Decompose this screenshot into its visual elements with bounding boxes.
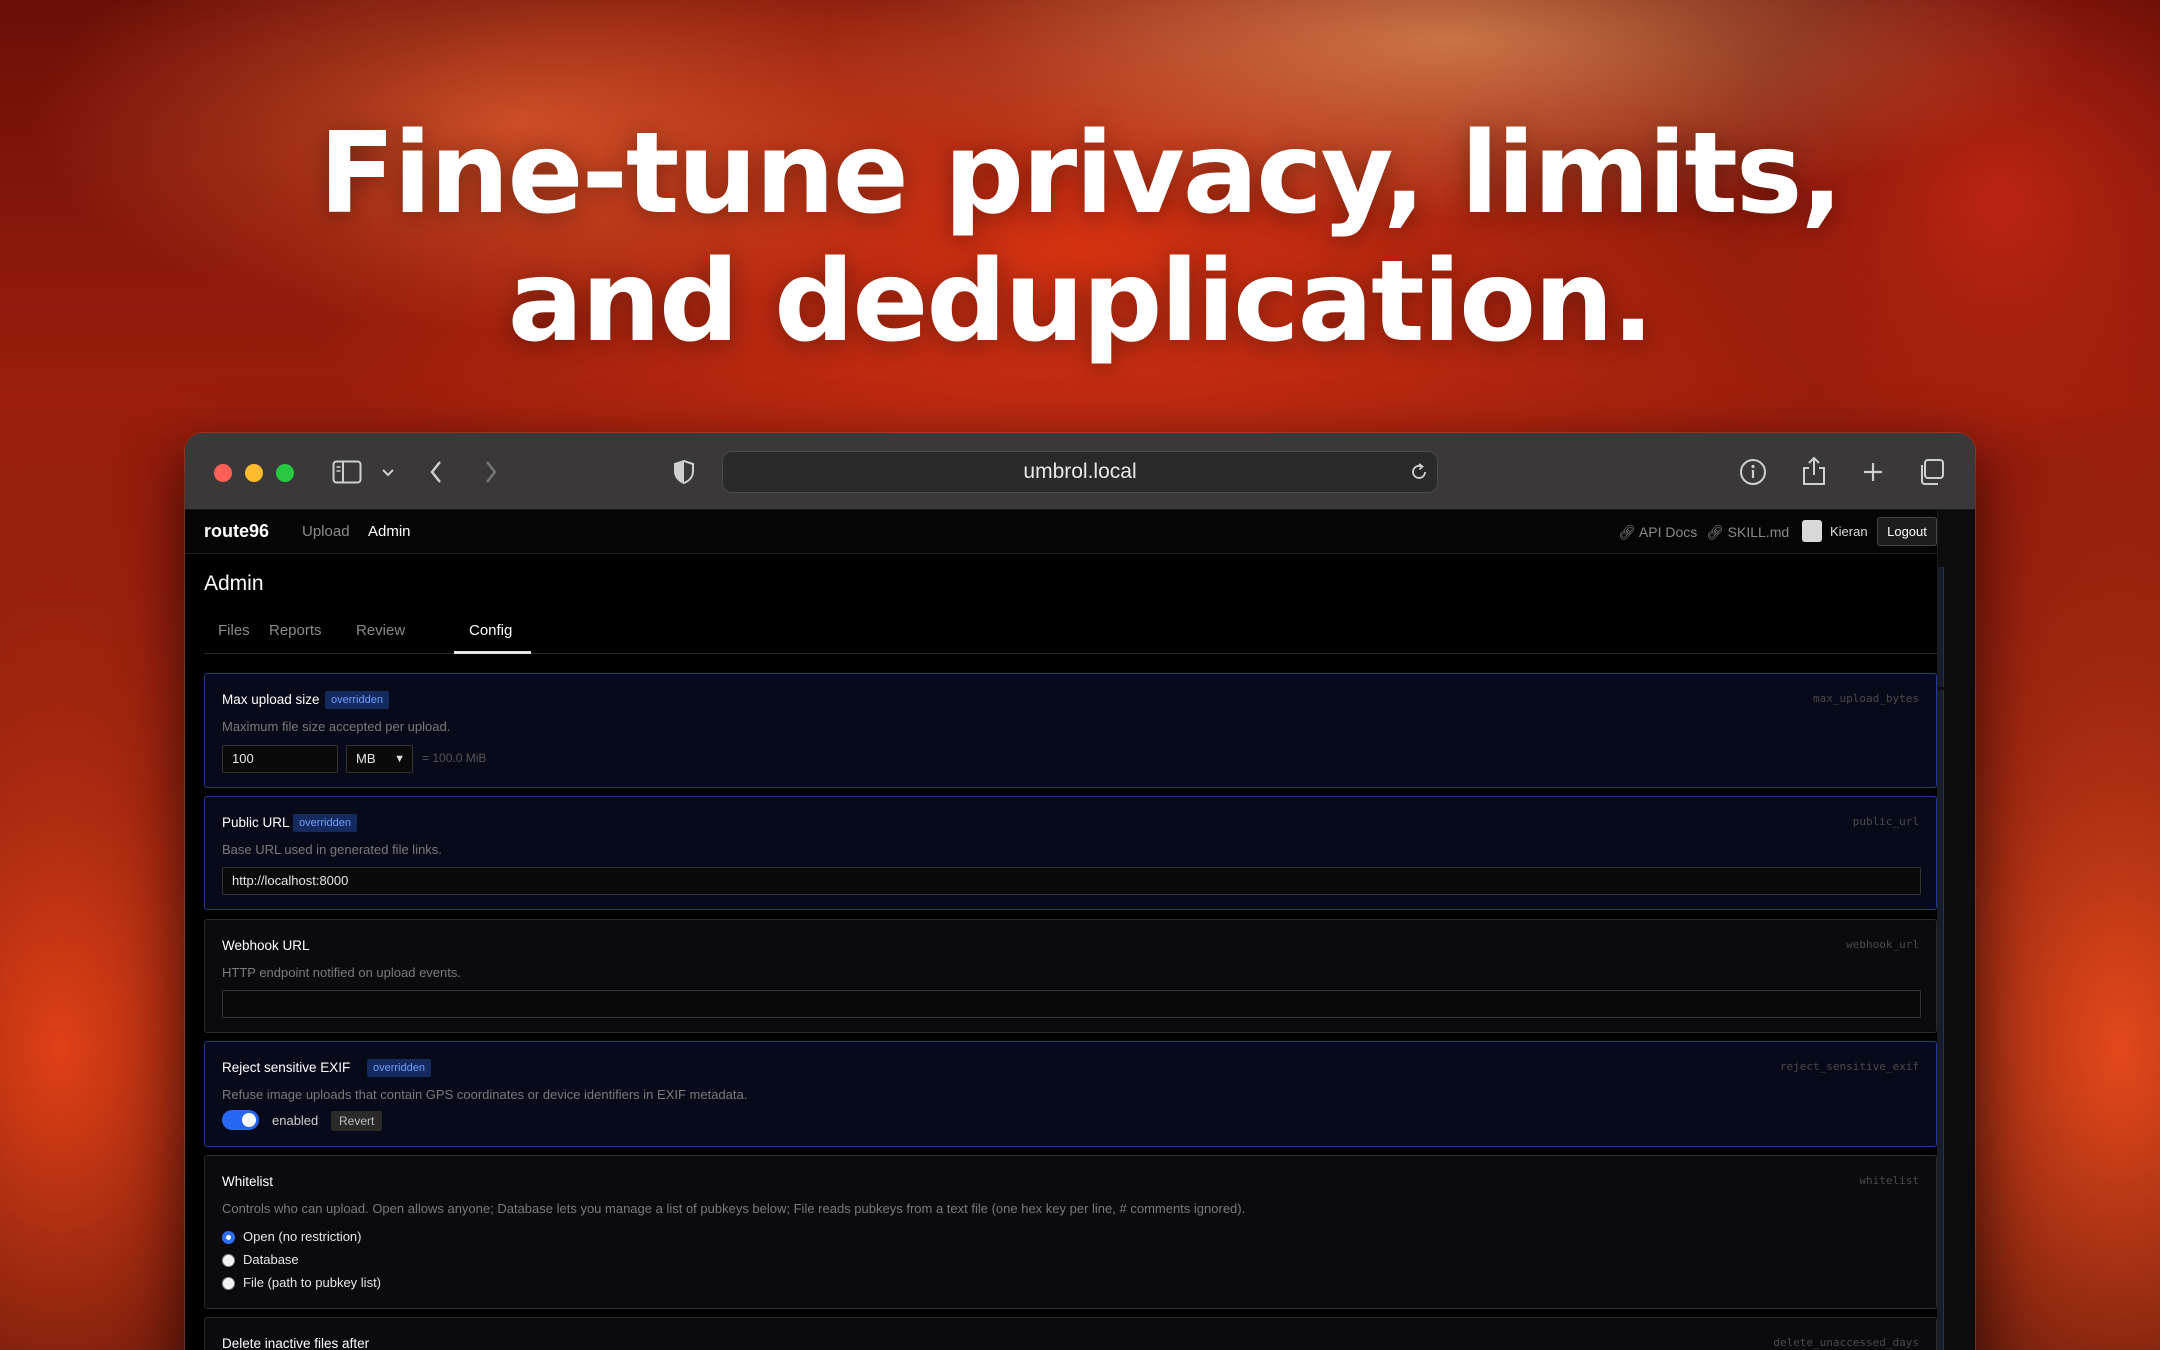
setting-description: Base URL used in generated file links. bbox=[222, 842, 442, 857]
config-card-reject-exif: Reject sensitive EXIF overridden reject_… bbox=[204, 1041, 1937, 1147]
shield-icon[interactable] bbox=[672, 459, 696, 485]
toggle-state-label: enabled bbox=[272, 1113, 319, 1128]
setting-description: Refuse image uploads that contain GPS co… bbox=[222, 1087, 748, 1102]
scroll-segment bbox=[1938, 690, 1944, 810]
setting-key: max_upload_bytes bbox=[1813, 692, 1919, 705]
config-card-webhook-url: Webhook URL webhook_url HTTP endpoint no… bbox=[204, 919, 1937, 1033]
setting-key: whitelist bbox=[1859, 1174, 1919, 1187]
max-upload-size-input[interactable]: 100 bbox=[222, 745, 338, 773]
api-docs-link[interactable]: 🔗︎ API Docs bbox=[1618, 524, 1697, 541]
page-title: Admin bbox=[204, 572, 264, 595]
marketing-headline: Fine-tune privacy, limits, and deduplica… bbox=[0, 110, 2160, 366]
tabs-icon[interactable] bbox=[1917, 458, 1945, 486]
radio-open[interactable] bbox=[222, 1231, 235, 1244]
chevron-down-icon[interactable] bbox=[381, 468, 395, 478]
reload-icon[interactable] bbox=[1409, 462, 1429, 482]
admin-tabs: Files Reports Review Config bbox=[204, 608, 1937, 654]
chevron-down-icon: ▼ bbox=[394, 753, 405, 765]
share-icon[interactable] bbox=[1801, 456, 1827, 486]
setting-description: HTTP endpoint notified on upload events. bbox=[222, 965, 461, 980]
setting-description: Controls who can upload. Open allows any… bbox=[222, 1201, 1246, 1216]
setting-description: Maximum file size accepted per upload. bbox=[222, 719, 451, 734]
setting-title: Max upload size bbox=[222, 692, 320, 707]
close-window-button[interactable] bbox=[214, 464, 232, 482]
minimize-window-button[interactable] bbox=[245, 464, 263, 482]
reject-exif-toggle[interactable] bbox=[222, 1110, 259, 1130]
link-icon: 🔗︎ bbox=[1618, 524, 1636, 540]
back-icon[interactable] bbox=[429, 460, 443, 484]
setting-key: public_url bbox=[1852, 815, 1919, 828]
avatar[interactable] bbox=[1802, 520, 1822, 542]
overridden-badge: overridden bbox=[367, 1059, 431, 1077]
radio-label-database[interactable]: Database bbox=[243, 1252, 299, 1267]
config-card-delete-inactive: Delete inactive files after delete_unacc… bbox=[204, 1317, 1937, 1350]
config-card-whitelist: Whitelist whitelist Controls who can upl… bbox=[204, 1155, 1937, 1309]
radio-database[interactable] bbox=[222, 1254, 235, 1267]
setting-title: Delete inactive files after bbox=[222, 1336, 370, 1350]
skill-md-link[interactable]: 🔗︎ SKILL.md bbox=[1706, 524, 1789, 541]
setting-title: Reject sensitive EXIF bbox=[222, 1060, 351, 1075]
scroll-segment bbox=[1938, 930, 1944, 1050]
nav-link-admin[interactable]: Admin bbox=[368, 523, 411, 540]
tab-config[interactable]: Config bbox=[469, 622, 512, 639]
link-icon: 🔗︎ bbox=[1706, 524, 1724, 540]
setting-title: Public URL bbox=[222, 815, 290, 830]
radio-label-file[interactable]: File (path to pubkey list) bbox=[243, 1275, 381, 1290]
public-url-input[interactable]: http://localhost:8000 bbox=[222, 867, 1921, 895]
setting-key: delete_unaccessed_days bbox=[1773, 1336, 1919, 1349]
nav-link-upload[interactable]: Upload bbox=[302, 523, 350, 540]
toggle-knob bbox=[242, 1113, 256, 1127]
scroll-segment bbox=[1938, 1050, 1944, 1170]
plus-icon[interactable] bbox=[1862, 461, 1884, 483]
overridden-badge: overridden bbox=[293, 814, 357, 832]
tab-reports[interactable]: Reports bbox=[269, 622, 322, 639]
config-card-public-url: Public URL overridden public_url Base UR… bbox=[204, 796, 1937, 910]
logout-button[interactable]: Logout bbox=[1877, 517, 1937, 546]
scrollbar-track[interactable] bbox=[1937, 510, 1975, 1350]
user-name: Kieran bbox=[1830, 524, 1868, 539]
forward-icon[interactable] bbox=[484, 460, 498, 484]
overridden-badge: overridden bbox=[325, 691, 389, 709]
scroll-segment bbox=[1938, 567, 1944, 687]
scroll-segment bbox=[1938, 1170, 1944, 1290]
config-card-max-upload: Max upload size overridden max_upload_by… bbox=[204, 673, 1937, 788]
active-tab-indicator bbox=[454, 651, 531, 654]
setting-title: Whitelist bbox=[222, 1174, 274, 1189]
brand-logo[interactable]: route96 bbox=[204, 521, 269, 542]
headline-line-2: and deduplication. bbox=[507, 237, 1655, 367]
browser-window: umbrol.local route96 Upload Admin 🔗︎ API… bbox=[185, 433, 1975, 1350]
top-navigation: route96 Upload Admin 🔗︎ API Docs 🔗︎ SKIL… bbox=[185, 510, 1937, 554]
radio-file[interactable] bbox=[222, 1277, 235, 1290]
app-content: route96 Upload Admin 🔗︎ API Docs 🔗︎ SKIL… bbox=[185, 510, 1975, 1350]
revert-button[interactable]: Revert bbox=[331, 1111, 383, 1131]
headline-line-1: Fine-tune privacy, limits, bbox=[318, 109, 1843, 239]
zoom-window-button[interactable] bbox=[276, 464, 294, 482]
sidebar-icon[interactable] bbox=[332, 460, 362, 484]
scroll-segment bbox=[1938, 810, 1944, 930]
computed-size: = 100.0 MiB bbox=[422, 751, 487, 765]
address-bar[interactable]: umbrol.local bbox=[722, 451, 1438, 493]
tab-files[interactable]: Files bbox=[218, 622, 250, 639]
tab-review[interactable]: Review bbox=[356, 622, 405, 639]
setting-key: webhook_url bbox=[1846, 938, 1919, 951]
radio-label-open[interactable]: Open (no restriction) bbox=[243, 1229, 362, 1244]
browser-toolbar: umbrol.local bbox=[185, 433, 1975, 510]
scroll-segment bbox=[1938, 1290, 1944, 1350]
info-icon[interactable] bbox=[1739, 458, 1767, 486]
setting-key: reject_sensitive_exif bbox=[1779, 1060, 1919, 1073]
unit-select[interactable]: MB ▼ bbox=[346, 745, 413, 773]
webhook-url-input[interactable] bbox=[222, 990, 1921, 1018]
setting-title: Webhook URL bbox=[222, 938, 310, 953]
